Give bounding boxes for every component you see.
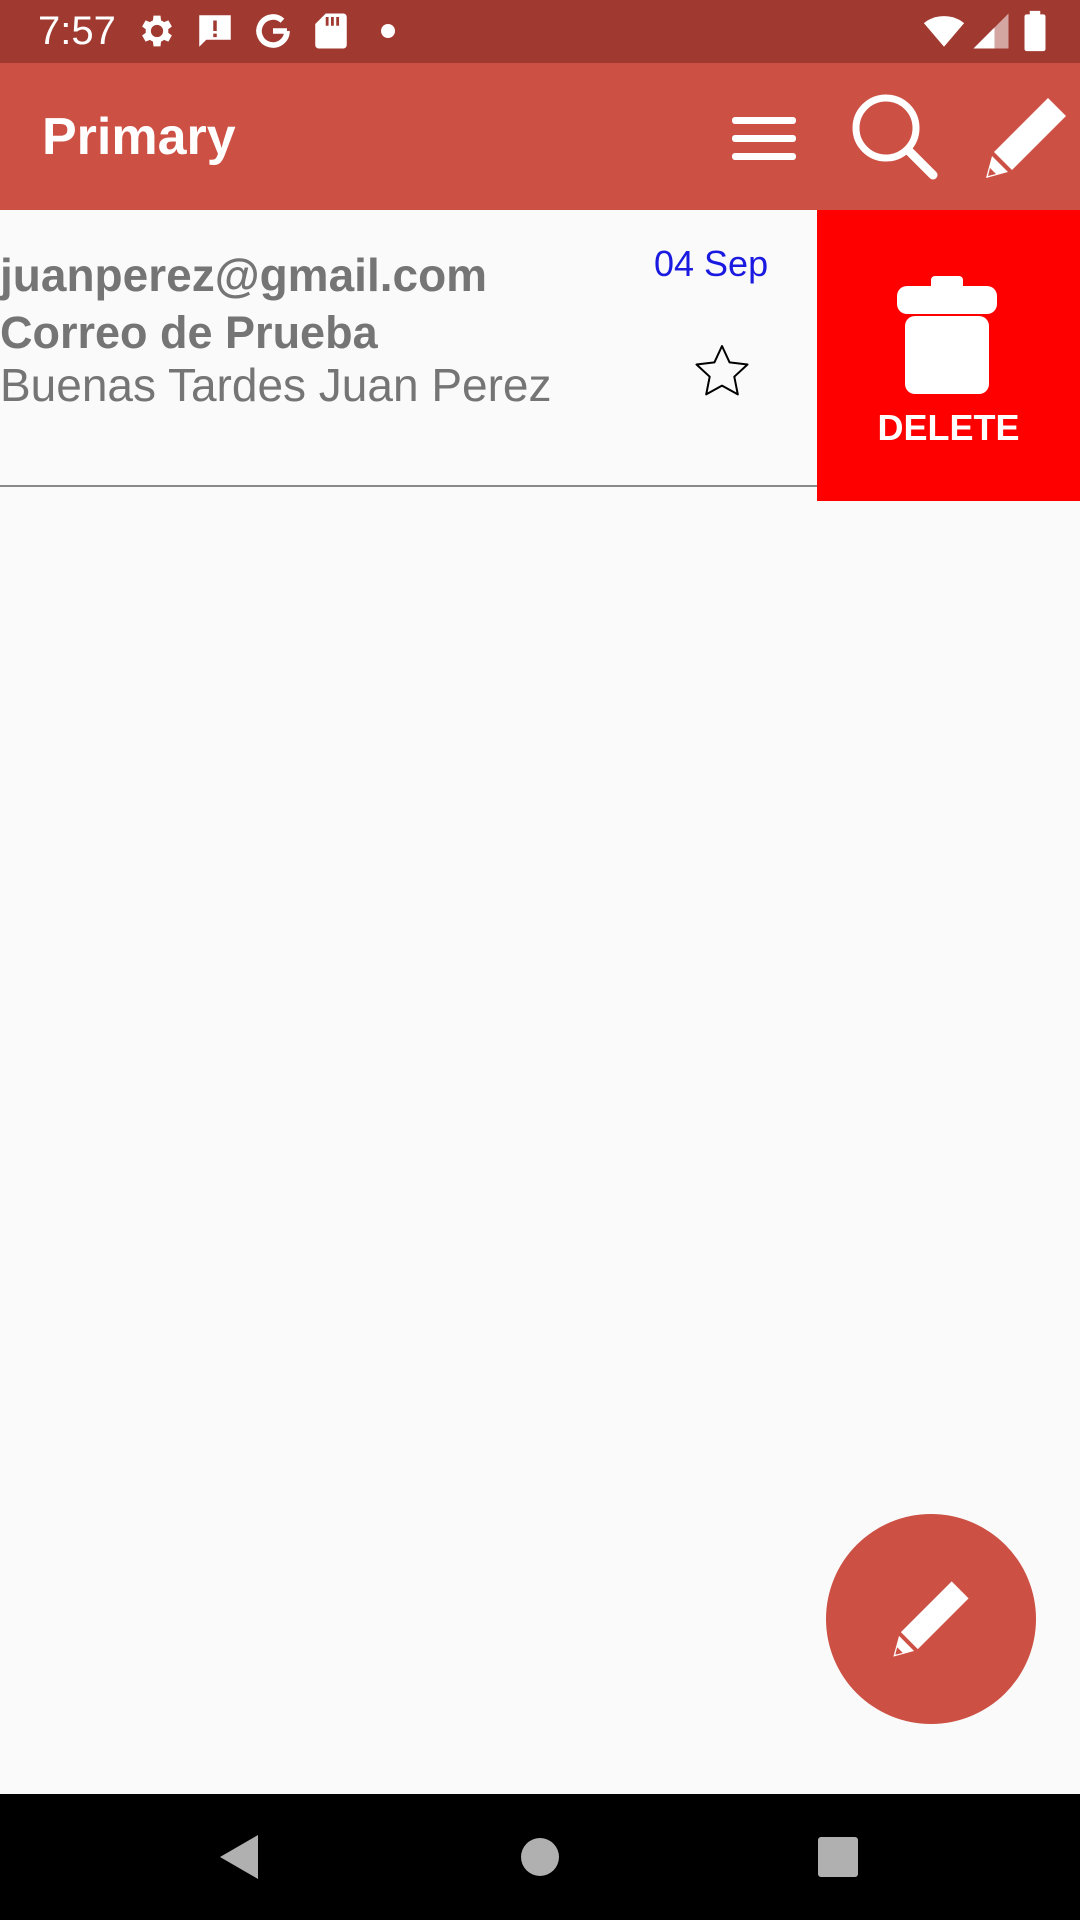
delete-label: DELETE <box>877 407 1020 448</box>
email-list-item[interactable]: juanperez@gmail.com Correo de Prueba Bue… <box>0 210 817 487</box>
compose-fab-button[interactable] <box>826 1514 1036 1724</box>
system-nav-bar <box>0 1794 1080 1920</box>
app-bar: Primary <box>0 63 1080 210</box>
star-icon[interactable] <box>690 340 754 404</box>
cell-signal-icon <box>970 10 1012 52</box>
delete-swipe-action[interactable]: DELETE <box>817 210 1080 501</box>
dot-icon <box>376 10 400 52</box>
search-icon[interactable] <box>846 88 946 188</box>
email-sender: juanperez@gmail.com <box>0 249 488 301</box>
recents-icon[interactable] <box>808 1827 868 1887</box>
email-date: 04 Sep <box>654 243 769 284</box>
page-title: Primary <box>42 108 236 166</box>
trash-icon <box>897 276 997 394</box>
edit-icon[interactable] <box>976 88 1076 188</box>
email-subject: Correo de Prueba <box>0 307 378 358</box>
sd-card-icon <box>310 10 352 52</box>
alert-message-icon <box>194 10 236 52</box>
home-icon[interactable] <box>510 1827 570 1887</box>
status-bar: 7:57 <box>0 0 1080 63</box>
settings-icon <box>136 10 178 52</box>
wifi-icon <box>920 10 968 52</box>
menu-icon[interactable] <box>720 93 810 183</box>
status-time: 7:57 <box>38 9 116 53</box>
google-icon <box>252 10 294 52</box>
edit-icon <box>893 1581 969 1657</box>
email-preview: Buenas Tardes Juan Perez <box>0 359 552 411</box>
back-icon[interactable] <box>208 1827 268 1887</box>
battery-icon <box>1020 10 1050 52</box>
